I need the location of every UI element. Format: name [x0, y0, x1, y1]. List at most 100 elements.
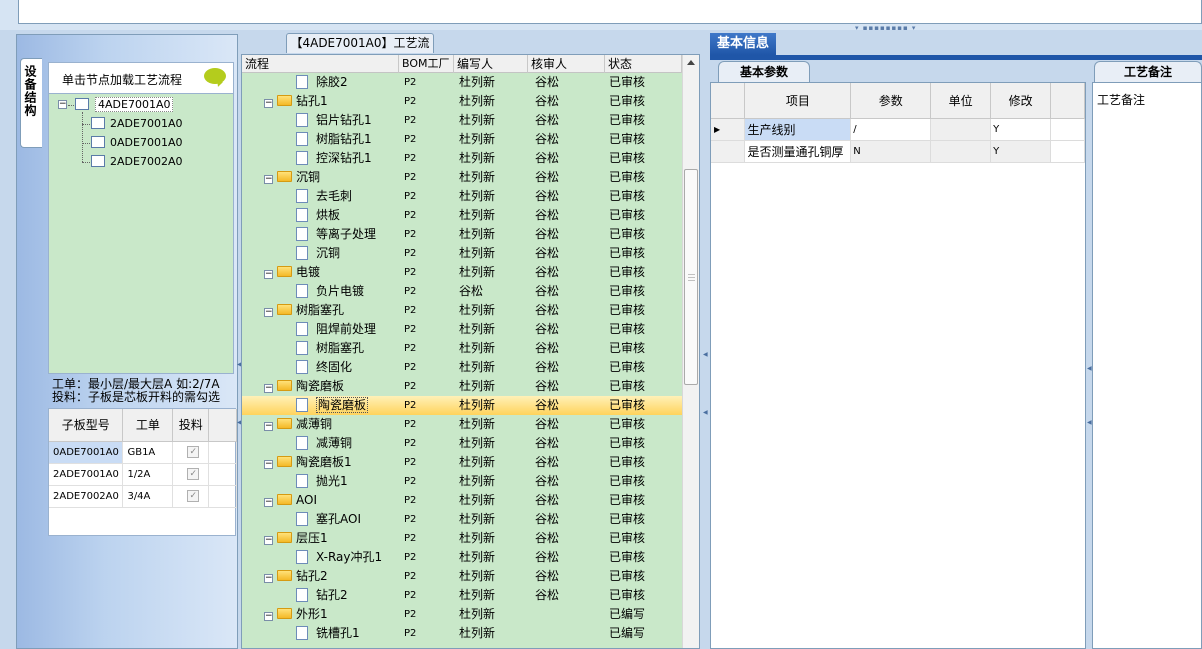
cell-model[interactable]: 2ADE7002A0: [49, 485, 124, 508]
cell-item[interactable]: 生产线别: [744, 118, 852, 141]
tab-basic-params[interactable]: 基本参数: [718, 61, 810, 82]
collapse-node-icon[interactable]: −: [264, 536, 273, 545]
tab-process-remarks[interactable]: 工艺备注: [1094, 61, 1202, 82]
side-tab-device-structure[interactable]: 设备结构: [20, 58, 42, 148]
process-row[interactable]: 塞孔AOI P2 杜列新 谷松 已审核: [242, 510, 682, 529]
process-row[interactable]: − 电镀 P2 杜列新 谷松 已审核: [242, 263, 682, 282]
process-row[interactable]: − 树脂塞孔 P2 杜列新 谷松 已审核: [242, 301, 682, 320]
cell-unit[interactable]: [930, 118, 992, 141]
horizontal-splitter[interactable]: ▾ ▪▪▪▪▪▪▪▪ ▾: [855, 25, 920, 32]
process-row[interactable]: − 陶瓷磨板 P2 杜列新 谷松 已审核: [242, 377, 682, 396]
collapse-node-icon[interactable]: −: [264, 460, 273, 469]
process-row[interactable]: 去毛刺 P2 杜列新 谷松 已审核: [242, 187, 682, 206]
basic-info-tab[interactable]: 基本信息: [710, 33, 776, 55]
column-header[interactable]: 流程: [242, 55, 399, 73]
process-row[interactable]: 等离子处理 P2 杜列新 谷松 已审核: [242, 225, 682, 244]
process-row[interactable]: − 层压1 P2 杜列新 谷松 已审核: [242, 529, 682, 548]
process-row[interactable]: − 减薄铜 P2 杜列新 谷松 已审核: [242, 415, 682, 434]
process-flow-tab[interactable]: 【4ADE7001A0】工艺流程: [286, 33, 434, 68]
scroll-up-icon[interactable]: [687, 60, 695, 65]
cell-modify[interactable]: Y: [990, 140, 1052, 163]
table-row[interactable]: 0ADE7001A0 GB1A ✓: [49, 441, 237, 464]
feed-checkbox[interactable]: ✓: [187, 468, 200, 480]
process-row[interactable]: 抛光1 P2 杜列新 谷松 已审核: [242, 472, 682, 491]
column-header[interactable]: 编写人: [454, 55, 528, 73]
table-row[interactable]: 2ADE7001A0 1/2A ✓: [49, 463, 237, 486]
process-row[interactable]: 树脂塞孔 P2 杜列新 谷松 已审核: [242, 339, 682, 358]
reviewer: [535, 605, 609, 624]
process-row[interactable]: 终固化 P2 杜列新 谷松 已审核: [242, 358, 682, 377]
reviewer: 谷松: [535, 341, 560, 355]
process-row[interactable]: 钻孔2 P2 杜列新 谷松 已审核: [242, 586, 682, 605]
process-row[interactable]: 负片电镀 P2 谷松 谷松 已审核: [242, 282, 682, 301]
collapse-node-icon[interactable]: −: [264, 384, 273, 393]
column-header[interactable]: 状态: [605, 55, 682, 73]
column-header[interactable]: 工单: [122, 409, 174, 442]
collapse-node-icon[interactable]: −: [264, 574, 273, 583]
collapse-node-icon[interactable]: −: [264, 612, 273, 621]
table-row[interactable]: ▶ 生产线别 / Y: [711, 118, 1085, 141]
cell-model[interactable]: 0ADE7001A0: [49, 441, 124, 464]
column-header[interactable]: 项目: [744, 83, 852, 119]
tree-node-child[interactable]: 2ADE7001A0: [91, 116, 182, 132]
scroll-thumb[interactable]: ― ― ―: [684, 169, 698, 385]
cell-order[interactable]: 3/4A: [122, 485, 174, 508]
reviewer: 谷松: [535, 151, 560, 165]
column-header[interactable]: 子板型号: [49, 409, 124, 442]
vertical-scrollbar[interactable]: ― ― ―: [682, 55, 699, 648]
process-row[interactable]: 减薄铜 P2 杜列新 谷松 已审核: [242, 434, 682, 453]
process-row[interactable]: − 钻孔1 P2 杜列新 谷松 已审核: [242, 92, 682, 111]
cell-param[interactable]: /: [850, 118, 932, 141]
cell-modify[interactable]: Y: [990, 118, 1052, 141]
process-row[interactable]: − 钻孔2 P2 杜列新 谷松 已审核: [242, 567, 682, 586]
document-icon: [296, 341, 308, 355]
cell-model[interactable]: 2ADE7001A0: [49, 463, 124, 486]
writer: 杜列新: [459, 303, 496, 317]
process-row[interactable]: X-Ray冲孔1 P2 杜列新 谷松 已审核: [242, 548, 682, 567]
process-row[interactable]: 烘板 P2 杜列新 谷松 已审核: [242, 206, 682, 225]
column-header[interactable]: 参数: [850, 83, 932, 119]
process-row[interactable]: − AOI P2 杜列新 谷松 已审核: [242, 491, 682, 510]
cell-order[interactable]: GB1A: [122, 441, 174, 464]
top-input-area[interactable]: [18, 0, 1202, 24]
feed-checkbox[interactable]: ✓: [187, 490, 200, 502]
collapse-node-icon[interactable]: −: [264, 498, 273, 507]
column-header[interactable]: 核审人: [528, 55, 605, 73]
column-header[interactable]: 单位: [930, 83, 992, 119]
tree-collapse-icon[interactable]: −: [58, 100, 67, 109]
collapse-node-icon[interactable]: −: [264, 270, 273, 279]
table-row[interactable]: 2ADE7002A0 3/4A ✓: [49, 485, 237, 508]
collapse-left-icon[interactable]: ◀: [703, 410, 709, 416]
tree-node-child[interactable]: 2ADE7002A0: [91, 154, 182, 170]
cell-param[interactable]: N: [850, 140, 932, 163]
cell-order[interactable]: 1/2A: [122, 463, 174, 486]
collapse-node-icon[interactable]: −: [264, 308, 273, 317]
collapse-left-icon[interactable]: ◀: [703, 352, 709, 358]
reviewer: 谷松: [535, 398, 560, 412]
feed-checkbox[interactable]: ✓: [187, 446, 200, 458]
table-row[interactable]: 是否测量通孔铜厚 N Y: [711, 140, 1085, 163]
collapse-node-icon[interactable]: −: [264, 175, 273, 184]
process-row[interactable]: 沉铜 P2 杜列新 谷松 已审核: [242, 244, 682, 263]
column-header[interactable]: 投料: [172, 409, 210, 442]
process-row[interactable]: − 沉铜 P2 杜列新 谷松 已审核: [242, 168, 682, 187]
process-row[interactable]: 除胶2 P2 杜列新 谷松 已审核: [242, 73, 682, 92]
process-row[interactable]: 铝片钻孔1 P2 杜列新 谷松 已审核: [242, 111, 682, 130]
process-row[interactable]: 控深钻孔1 P2 杜列新 谷松 已审核: [242, 149, 682, 168]
cell-unit[interactable]: [930, 140, 992, 163]
tree-node-root[interactable]: 4ADE7001A0: [75, 97, 174, 113]
collapse-node-icon[interactable]: −: [264, 422, 273, 431]
process-row[interactable]: 铣槽孔1 P2 杜列新 已编写: [242, 624, 682, 643]
tree-node-child[interactable]: 0ADE7001A0: [91, 135, 182, 151]
process-row[interactable]: − 外形1 P2 杜列新 已编写: [242, 605, 682, 624]
column-header[interactable]: 修改: [990, 83, 1052, 119]
process-row[interactable]: 陶瓷磨板 P2 杜列新 谷松 已审核: [242, 396, 682, 415]
column-header[interactable]: BOM工厂: [399, 55, 454, 73]
bom-factory: P2: [404, 324, 417, 335]
collapse-node-icon[interactable]: −: [264, 99, 273, 108]
process-row[interactable]: − 陶瓷磨板1 P2 杜列新 谷松 已审核: [242, 453, 682, 472]
cell-item[interactable]: 是否测量通孔铜厚: [744, 140, 852, 163]
process-row[interactable]: 树脂钻孔1 P2 杜列新 谷松 已审核: [242, 130, 682, 149]
status: 已审核: [609, 303, 646, 317]
process-row[interactable]: 阻焊前处理 P2 杜列新 谷松 已审核: [242, 320, 682, 339]
